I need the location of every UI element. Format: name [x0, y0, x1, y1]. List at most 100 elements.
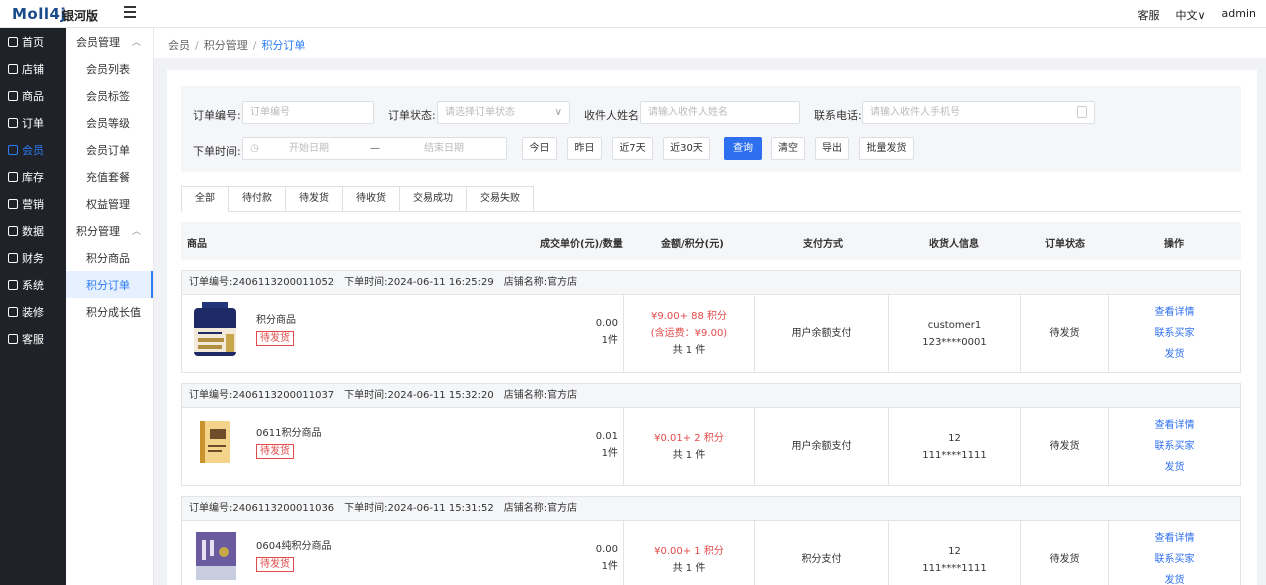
tab-success[interactable]: 交易成功 — [399, 186, 466, 212]
tab-all[interactable]: 全部 — [181, 186, 228, 212]
tab-to-receive[interactable]: 待收货 — [342, 186, 399, 212]
item-count: 共 1 件 — [672, 449, 706, 461]
top-bar: Moll4j 银河版 客服 中文∨ admin — [0, 0, 1266, 28]
col-status: 订单状态 — [1045, 239, 1085, 250]
unit-price: 0.00 — [595, 318, 618, 329]
export-button[interactable]: 导出 — [815, 137, 849, 160]
sidebar-item-member[interactable]: 会员 — [0, 136, 66, 163]
order-no-input[interactable]: 订单编号 — [242, 101, 374, 124]
sidebar-item-stock[interactable]: 库存 — [0, 163, 66, 190]
phone-label: 联系电话: — [814, 109, 862, 122]
filter-panel: 订单编号: 订单编号 订单状态: 请选择订单状态 ∨ 收件人姓名: 请输入收件人姓… — [181, 86, 1241, 172]
view-detail-link[interactable]: 查看详情 — [1155, 415, 1195, 436]
product-name[interactable]: 0611积分商品 — [256, 424, 321, 439]
status-badge: 待发货 — [256, 444, 294, 459]
gift-icon — [8, 198, 18, 209]
today-button[interactable]: 今日 — [522, 137, 557, 160]
breadcrumb: 会员 / 积分管理 / 积分订单 — [154, 28, 1266, 58]
contact-buyer-link[interactable]: 联系买家 — [1155, 436, 1195, 457]
sidebar-item-goods[interactable]: 商品 — [0, 82, 66, 109]
order-number: 2406113200011037 — [232, 390, 335, 401]
submenu-item-member-list[interactable]: 会员列表 — [66, 55, 153, 82]
amount-points: ¥0.00+ 1 积分 — [654, 545, 724, 557]
col-payment: 支付方式 — [803, 239, 843, 250]
submenu-item-points-growth[interactable]: 积分成长值 — [66, 298, 153, 325]
ship-link[interactable]: 发货 — [1165, 570, 1185, 585]
sidebar-item-decor[interactable]: 装修 — [0, 298, 66, 325]
submenu-item-rights[interactable]: 权益管理 — [66, 190, 153, 217]
ship-link[interactable]: 发货 — [1165, 457, 1185, 478]
tab-failed[interactable]: 交易失败 — [466, 186, 534, 212]
clock-icon: ◷ — [250, 143, 259, 154]
sidebar-item-home[interactable]: 首页 — [0, 28, 66, 55]
order-time-label: 下单时间: — [193, 145, 241, 158]
product-thumbnail — [188, 528, 242, 582]
menu-fold-icon[interactable] — [124, 6, 136, 18]
submenu-item-member-order[interactable]: 会员订单 — [66, 136, 153, 163]
batch-ship-button[interactable]: 批量发货 — [859, 137, 914, 160]
sidebar-item-system[interactable]: 系统 — [0, 271, 66, 298]
home-icon — [8, 36, 18, 47]
sidebar-item-shop[interactable]: 店铺 — [0, 55, 66, 82]
chart-icon — [8, 225, 18, 236]
contact-buyer-link[interactable]: 联系买家 — [1155, 323, 1195, 344]
product-name[interactable]: 积分商品 — [256, 311, 296, 326]
submenu-item-points-order[interactable]: 积分订单 — [66, 271, 153, 298]
product-name[interactable]: 0604纯积分商品 — [256, 537, 331, 552]
start-date-input[interactable]: 开始日期 — [289, 138, 329, 159]
shop-icon — [8, 63, 18, 74]
member-icon — [8, 144, 18, 155]
submenu-group-points[interactable]: 积分管理 ︿ — [66, 217, 153, 244]
unit-price: 0.01 — [595, 431, 618, 442]
receiver-phone: 111****1111 — [922, 562, 987, 574]
quantity: 1件 — [601, 561, 618, 572]
stepper-icon[interactable] — [1077, 106, 1087, 118]
order-card: 订单编号:2406113200011052 下单时间:2024-06-11 16… — [181, 270, 1241, 373]
submenu-group-member[interactable]: 会员管理 ︿ — [66, 28, 153, 55]
order-status-select[interactable]: 请选择订单状态 ∨ — [437, 101, 570, 124]
receiver-label: 收件人姓名: — [584, 109, 643, 122]
sidebar-item-finance[interactable]: 财务 — [0, 244, 66, 271]
yesterday-button[interactable]: 昨日 — [567, 137, 602, 160]
item-count: 共 1 件 — [672, 345, 706, 356]
view-detail-link[interactable]: 查看详情 — [1155, 528, 1195, 549]
ship-link[interactable]: 发货 — [1165, 344, 1185, 365]
query-button[interactable]: 查询 — [724, 137, 762, 160]
end-date-input[interactable]: 结束日期 — [424, 138, 464, 159]
edition-label: 银河版 — [62, 9, 99, 23]
col-goods: 商品 — [187, 239, 207, 250]
payment-method: 用户余额支付 — [791, 328, 852, 339]
sidebar-item-service[interactable]: 客服 — [0, 325, 66, 352]
receiver-input[interactable]: 请输入收件人姓名 — [640, 101, 800, 124]
order-number: 2406113200011052 — [232, 277, 335, 288]
order-header: 订单编号:2406113200011037 下单时间:2024-06-11 15… — [182, 384, 1240, 408]
language-select[interactable]: 中文∨ — [1175, 7, 1205, 23]
last7-button[interactable]: 近7天 — [612, 137, 653, 160]
sidebar-item-marketing[interactable]: 营销 — [0, 190, 66, 217]
date-range-picker[interactable]: ◷ 开始日期 — 结束日期 — [242, 137, 507, 160]
finance-icon — [8, 252, 18, 263]
tab-unpaid[interactable]: 待付款 — [228, 186, 285, 212]
submenu-item-member-tag[interactable]: 会员标签 — [66, 82, 153, 109]
order-card: 订单编号:2406113200011037 下单时间:2024-06-11 15… — [181, 383, 1241, 486]
clear-button[interactable]: 清空 — [771, 137, 805, 160]
sidebar-item-data[interactable]: 数据 — [0, 217, 66, 244]
submenu-item-recharge[interactable]: 充值套餐 — [66, 163, 153, 190]
breadcrumb-member[interactable]: 会员 — [168, 39, 190, 52]
breadcrumb-points[interactable]: 积分管理 — [204, 39, 248, 52]
tab-to-ship[interactable]: 待发货 — [285, 186, 342, 212]
last30-button[interactable]: 近30天 — [663, 137, 710, 160]
view-detail-link[interactable]: 查看详情 — [1155, 302, 1195, 323]
contact-buyer-link[interactable]: 联系买家 — [1155, 549, 1195, 570]
customer-service-link[interactable]: 客服 — [1137, 7, 1159, 23]
submenu-item-member-level[interactable]: 会员等级 — [66, 109, 153, 136]
order-header: 订单编号:2406113200011036 下单时间:2024-06-11 15… — [182, 497, 1240, 521]
phone-input[interactable]: 请输入收件人手机号 — [862, 101, 1095, 124]
sidebar-item-order[interactable]: 订单 — [0, 109, 66, 136]
submenu-item-points-goods[interactable]: 积分商品 — [66, 244, 153, 271]
status-badge: 待发货 — [256, 557, 294, 572]
user-menu[interactable]: admin — [1222, 7, 1256, 23]
chevron-down-icon: ∨ — [554, 107, 562, 118]
unit-price: 0.00 — [595, 544, 618, 555]
receiver-phone: 111****1111 — [922, 449, 987, 461]
